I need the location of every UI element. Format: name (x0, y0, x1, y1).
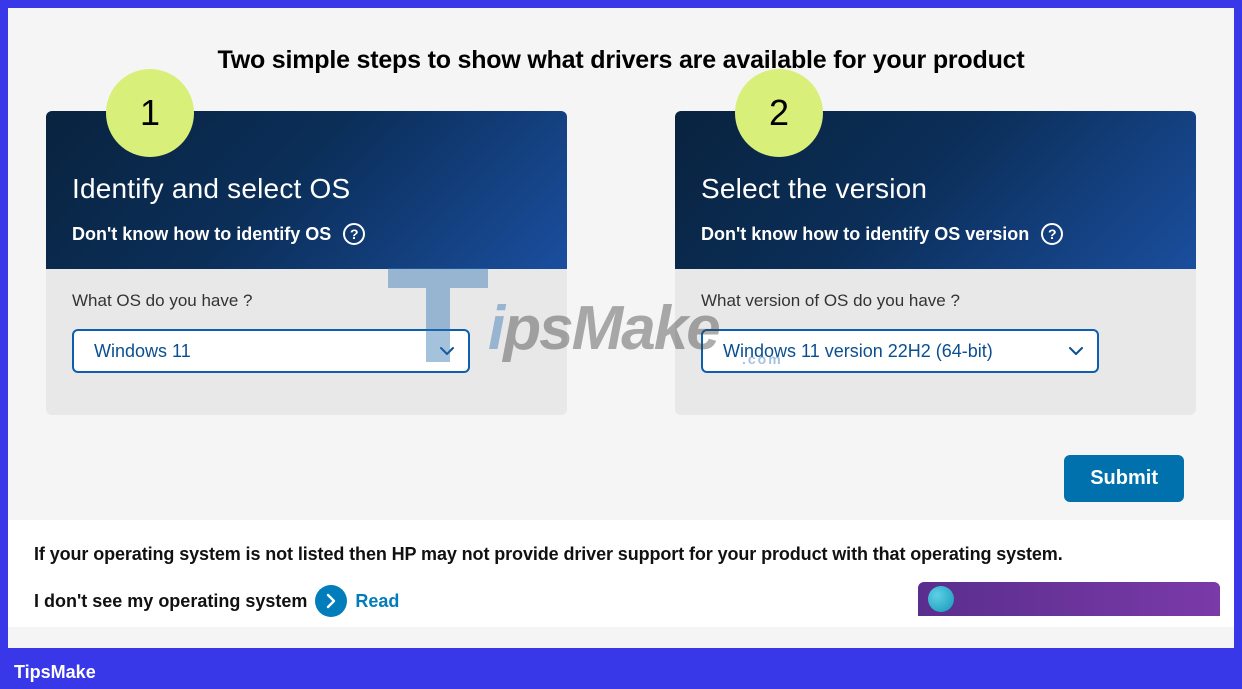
os-select-value: Windows 11 (94, 341, 191, 362)
step-1-badge: 1 (106, 69, 194, 157)
step-1-help-link[interactable]: Don't know how to identify OS ? (72, 223, 541, 245)
read-link[interactable]: Read (355, 591, 399, 612)
step-2-body: What version of OS do you have ? Windows… (675, 269, 1196, 415)
help-icon: ? (343, 223, 365, 245)
arrow-right-icon[interactable] (315, 585, 347, 617)
os-version-select-value: Windows 11 version 22H2 (64-bit) (723, 341, 993, 362)
step-2-title: Select the version (701, 173, 1170, 205)
chevron-down-icon (440, 344, 454, 358)
os-select[interactable]: Windows 11 (72, 329, 470, 373)
step-2-help-link[interactable]: Don't know how to identify OS version ? (701, 223, 1170, 245)
step-2-help-text: Don't know how to identify OS version (701, 224, 1029, 245)
submit-row: Submit (8, 415, 1234, 502)
chat-avatar-icon (928, 586, 954, 612)
step-1-help-text: Don't know how to identify OS (72, 224, 331, 245)
step-1-card: 1 Identify and select OS Don't know how … (46, 111, 567, 415)
secondary-note-text: I don't see my operating system (34, 591, 307, 612)
submit-button[interactable]: Submit (1064, 455, 1184, 502)
footer-brand: TipsMake (14, 662, 96, 683)
step-1-body: What OS do you have ? Windows 11 (46, 269, 567, 415)
step-1-title: Identify and select OS (72, 173, 541, 205)
chat-widget[interactable] (918, 582, 1220, 616)
os-not-listed-note: If your operating system is not listed t… (34, 544, 1208, 565)
help-icon: ? (1041, 223, 1063, 245)
step-1-question: What OS do you have ? (72, 291, 541, 311)
step-2-question: What version of OS do you have ? (701, 291, 1170, 311)
os-version-select[interactable]: Windows 11 version 22H2 (64-bit) (701, 329, 1099, 373)
steps-container: 1 Identify and select OS Don't know how … (8, 85, 1234, 415)
footer-bar: TipsMake (0, 656, 1242, 689)
step-2-badge: 2 (735, 69, 823, 157)
chevron-down-icon (1069, 344, 1083, 358)
page-title: Two simple steps to show what drivers ar… (8, 8, 1234, 85)
step-2-card: 2 Select the version Don't know how to i… (675, 111, 1196, 415)
